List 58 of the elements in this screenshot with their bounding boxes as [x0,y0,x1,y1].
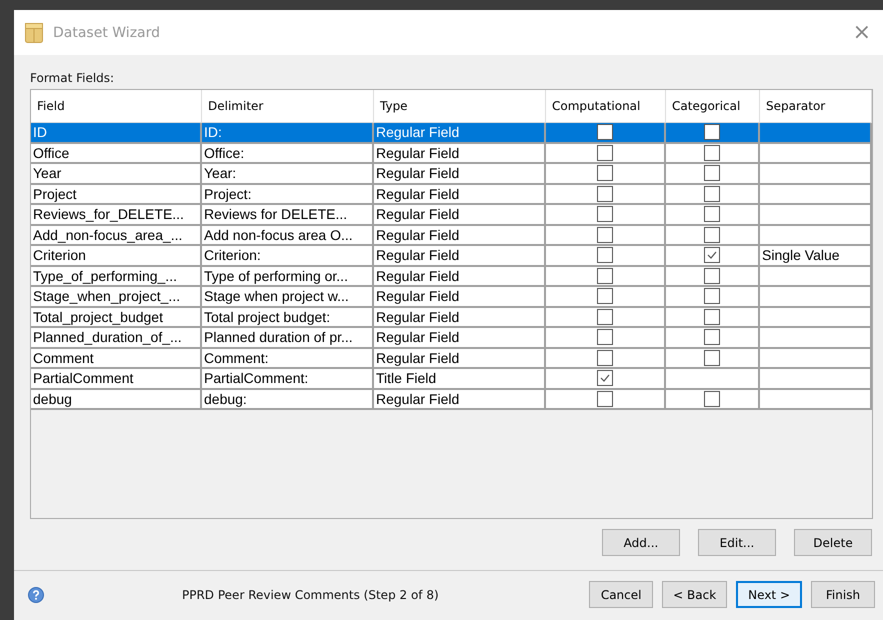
folder-icon [25,22,43,42]
window-title: Dataset Wizard [53,24,162,40]
help-icon[interactable] [28,586,44,602]
checkbox[interactable] [597,268,613,284]
checkbox[interactable] [597,186,613,202]
table-row[interactable]: Reviews_for_DELETE... Reviews for DELETE... Regular Field [31,205,872,226]
table-row[interactable]: Year Year: Regular Field [31,164,872,184]
checkbox[interactable] [704,144,720,161]
checkbox[interactable] [704,390,720,407]
wizard-button[interactable]: Next > [736,581,802,608]
checkbox[interactable] [597,350,613,366]
table-cell: debug: [202,390,374,410]
checkbox[interactable] [704,329,720,346]
table-row[interactable]: Planned_duration_of_... Planned duration of pr... Regular Field [31,328,872,348]
checkbox[interactable] [597,206,613,222]
checkbox[interactable] [597,308,613,325]
table-row[interactable]: Criterion Criterion: Regular Field Single Value [31,246,872,266]
table-row[interactable]: Total_project_budget Total project budget: Regular Field [31,308,872,328]
checkbox[interactable] [597,124,613,140]
checkbox[interactable] [704,308,720,325]
table-action-button[interactable]: Edit... [698,529,776,556]
checkbox[interactable] [704,288,720,304]
checkbox[interactable] [704,206,720,222]
table-cell: Single Value [762,247,840,264]
checkbox[interactable] [597,390,613,407]
table-row[interactable]: ID ID: Regular Field [31,123,872,144]
table-row[interactable]: Comment Comment: Regular Field [31,348,872,369]
checkbox[interactable] [704,247,720,264]
checkbox[interactable] [704,268,720,284]
wizard-button[interactable]: < Back [662,581,728,608]
table-row[interactable]: debug debug: Regular Field [31,390,872,410]
table-cell: debug [31,390,202,410]
table-row[interactable]: Stage_when_project_... Stage when project w... Regular Field [31,287,872,308]
checkbox[interactable] [597,165,613,182]
wizard-button[interactable]: Finish [811,581,875,608]
checkbox[interactable] [597,370,613,386]
checkbox[interactable] [704,350,720,366]
step-status: PPRD Peer Review Comments (Step 2 of 8) [182,588,440,602]
checkbox[interactable] [597,144,613,161]
table-cell: Regular Field [374,390,546,410]
table-action-button[interactable]: Add... [602,529,680,556]
table-row[interactable]: PartialComment PartialComment: Title Field [31,369,872,390]
table-row[interactable]: Office Office: Regular Field [31,144,872,164]
checkbox[interactable] [597,226,613,243]
checkbox[interactable] [597,288,613,304]
checkbox[interactable] [704,226,720,243]
checkbox[interactable] [597,247,613,264]
table-action-button[interactable]: Delete [794,529,872,556]
checkbox[interactable] [704,165,720,182]
checkbox[interactable] [704,186,720,202]
table-row[interactable]: Type_of_performing_... Type of performing or... Regular Field [31,266,872,287]
table-row[interactable]: Add_non-focus_area_... Add non-focus area O... Regular Field [31,226,872,246]
wizard-button[interactable]: Cancel [589,581,654,608]
section-label: Format Fields: [30,71,116,86]
close-button[interactable]: × [848,20,875,45]
table-row[interactable]: Project Project: Regular Field [31,184,872,205]
checkbox[interactable] [704,124,720,140]
checkbox[interactable] [597,329,613,346]
